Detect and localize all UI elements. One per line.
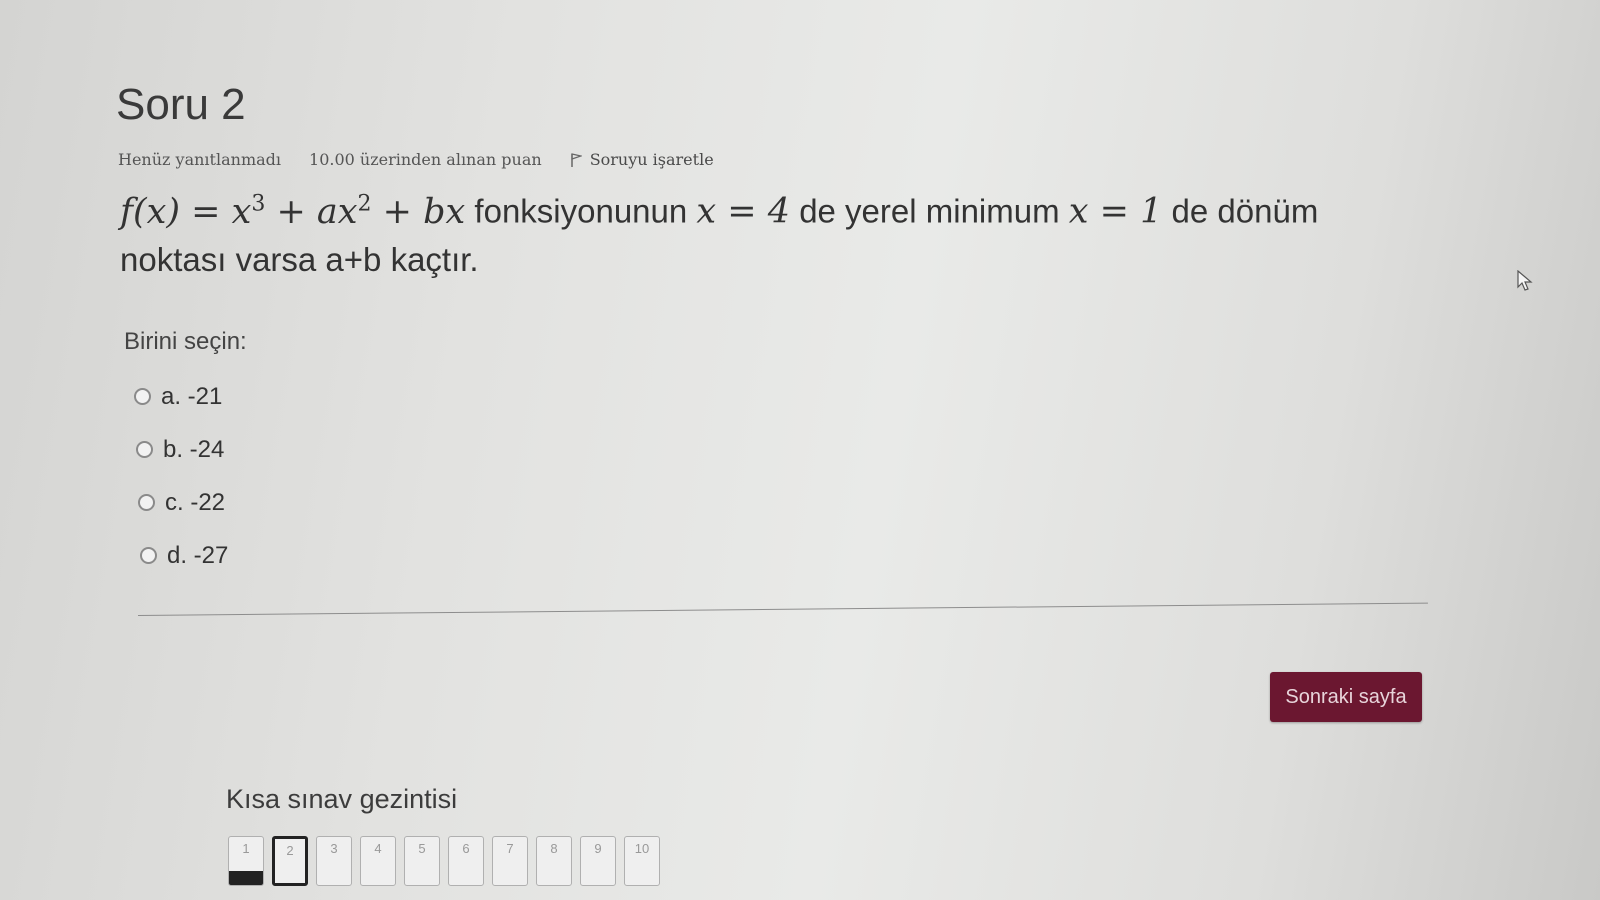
math-x1: x = 1 — [1068, 191, 1163, 232]
question-text-part1: fonksiyonunun — [474, 192, 688, 230]
divider — [137, 602, 1428, 616]
question-info: Henüz yanıtlanmadı 10.00 üzerinden alına… — [118, 150, 714, 169]
quiz-page: Soru 2 Henüz yanıtlanmadı 10.00 üzerinde… — [0, 0, 1600, 900]
answer-label: c. -22 — [165, 488, 226, 516]
quiz-navigation-title: Kısa sınav gezintisi — [226, 784, 458, 814]
flag-question-label: Soruyu işaretle — [589, 150, 714, 169]
quiz-nav-item-4[interactable]: 4 — [360, 836, 396, 886]
quiz-nav-item-7[interactable]: 7 — [492, 836, 528, 886]
answer-option-a[interactable]: a. -21 — [134, 370, 228, 423]
radio-button[interactable] — [134, 388, 151, 405]
quiz-nav-item-5[interactable]: 5 — [404, 836, 440, 886]
question-text-part2: de yerel minimum — [799, 192, 1060, 230]
question-text: f(x) = x3 + ax2 + bx fonksiyonunun x = 4… — [120, 180, 1400, 284]
quiz-nav-item-8[interactable]: 8 — [536, 836, 572, 886]
flag-question-link[interactable]: Soruyu işaretle — [570, 150, 714, 169]
quiz-nav-item-3[interactable]: 3 — [316, 836, 352, 886]
question-title: Soru 2 — [116, 80, 246, 129]
mouse-cursor-icon — [1517, 270, 1533, 291]
answer-option-b[interactable]: b. -24 — [136, 423, 228, 476]
math-function: f(x) = x3 + ax2 + bx — [120, 191, 466, 232]
quiz-navigation: 1 2 3 4 5 6 7 8 9 10 — [228, 836, 660, 886]
radio-button[interactable] — [136, 441, 153, 458]
radio-button[interactable] — [140, 547, 157, 564]
answer-label: b. -24 — [163, 435, 225, 463]
answer-option-c[interactable]: c. -22 — [138, 476, 228, 529]
quiz-nav-item-2[interactable]: 2 — [272, 836, 308, 886]
quiz-nav-item-1[interactable]: 1 — [228, 836, 264, 886]
answer-label: a. -21 — [161, 382, 223, 410]
math-x4: x = 4 — [696, 191, 791, 232]
question-status: Henüz yanıtlanmadı — [118, 150, 282, 169]
quiz-nav-item-10[interactable]: 10 — [624, 836, 660, 886]
answer-option-d[interactable]: d. -27 — [140, 529, 228, 582]
radio-button[interactable] — [138, 494, 155, 511]
answer-list: a. -21 b. -24 c. -22 d. -27 — [134, 370, 228, 582]
quiz-nav-item-9[interactable]: 9 — [580, 836, 616, 886]
question-points: 10.00 üzerinden alınan puan — [309, 150, 542, 169]
answer-prompt: Birini seçin: — [124, 328, 247, 355]
quiz-nav-item-6[interactable]: 6 — [448, 836, 484, 886]
next-page-button[interactable]: Sonraki sayfa — [1270, 672, 1422, 722]
flag-icon — [570, 152, 582, 167]
answer-label: d. -27 — [167, 541, 229, 569]
